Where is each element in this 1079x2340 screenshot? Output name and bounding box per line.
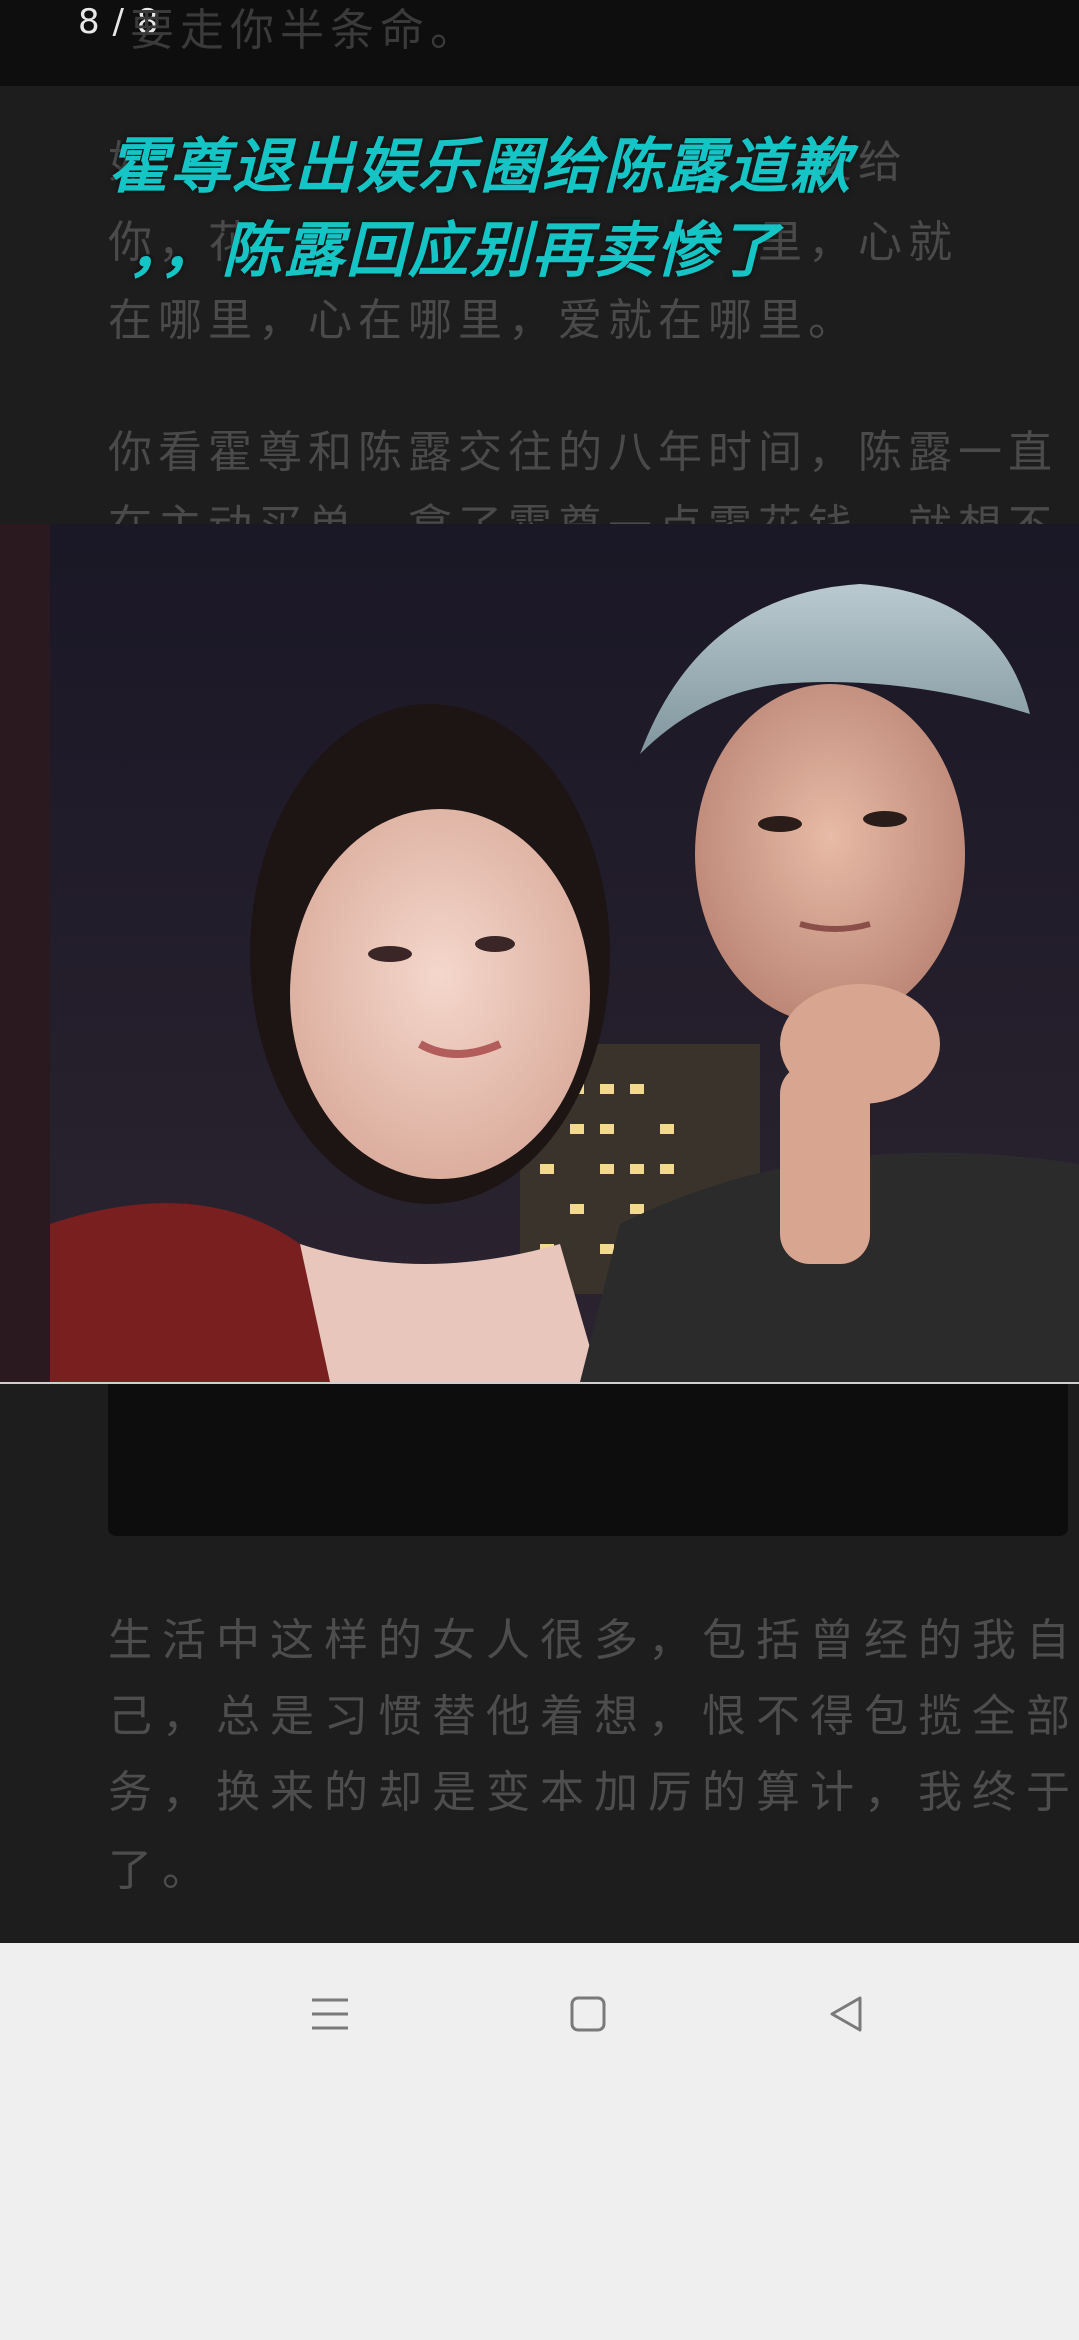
photo-image	[0, 524, 1079, 1382]
headline-line-1: 霍尊退出娱乐圈给陈露道歉	[108, 132, 852, 202]
menu-button[interactable]	[300, 1984, 360, 2044]
body-line-3: 务，换来的却是变本加厉的算计，我终于醒	[108, 1767, 1079, 1818]
image-viewer[interactable]: 8 / 8 要走你半条命。 如 交给 你，花 里，心就 在哪里，心在哪里，爱就在…	[0, 0, 1079, 1943]
article-fragment: 要走你半条命。	[130, 5, 480, 56]
home-icon	[570, 1996, 606, 2032]
headline-line-2: ，，陈露回应别再卖惨了	[128, 216, 780, 286]
article-line: 你看霍尊和陈露交往的八年时间，陈露一直	[108, 427, 1058, 478]
photo-bottom-area	[108, 1384, 1068, 1536]
system-nav-bar	[0, 1943, 1079, 2340]
body-line-4: 了。	[108, 1845, 216, 1896]
menu-icon	[312, 1998, 348, 2030]
back-button[interactable]	[816, 1984, 876, 2044]
body-line-2: 己，总是习惯替他着想，恨不得包揽全部家	[108, 1691, 1079, 1742]
home-button[interactable]	[558, 1984, 618, 2044]
article-line: 在哪里，心在哪里，爱就在哪里。	[108, 295, 858, 346]
body-line-1: 生活中这样的女人很多，包括曾经的我自	[108, 1615, 1079, 1666]
couple-photo[interactable]	[0, 524, 1079, 1384]
back-icon	[830, 1996, 862, 2032]
